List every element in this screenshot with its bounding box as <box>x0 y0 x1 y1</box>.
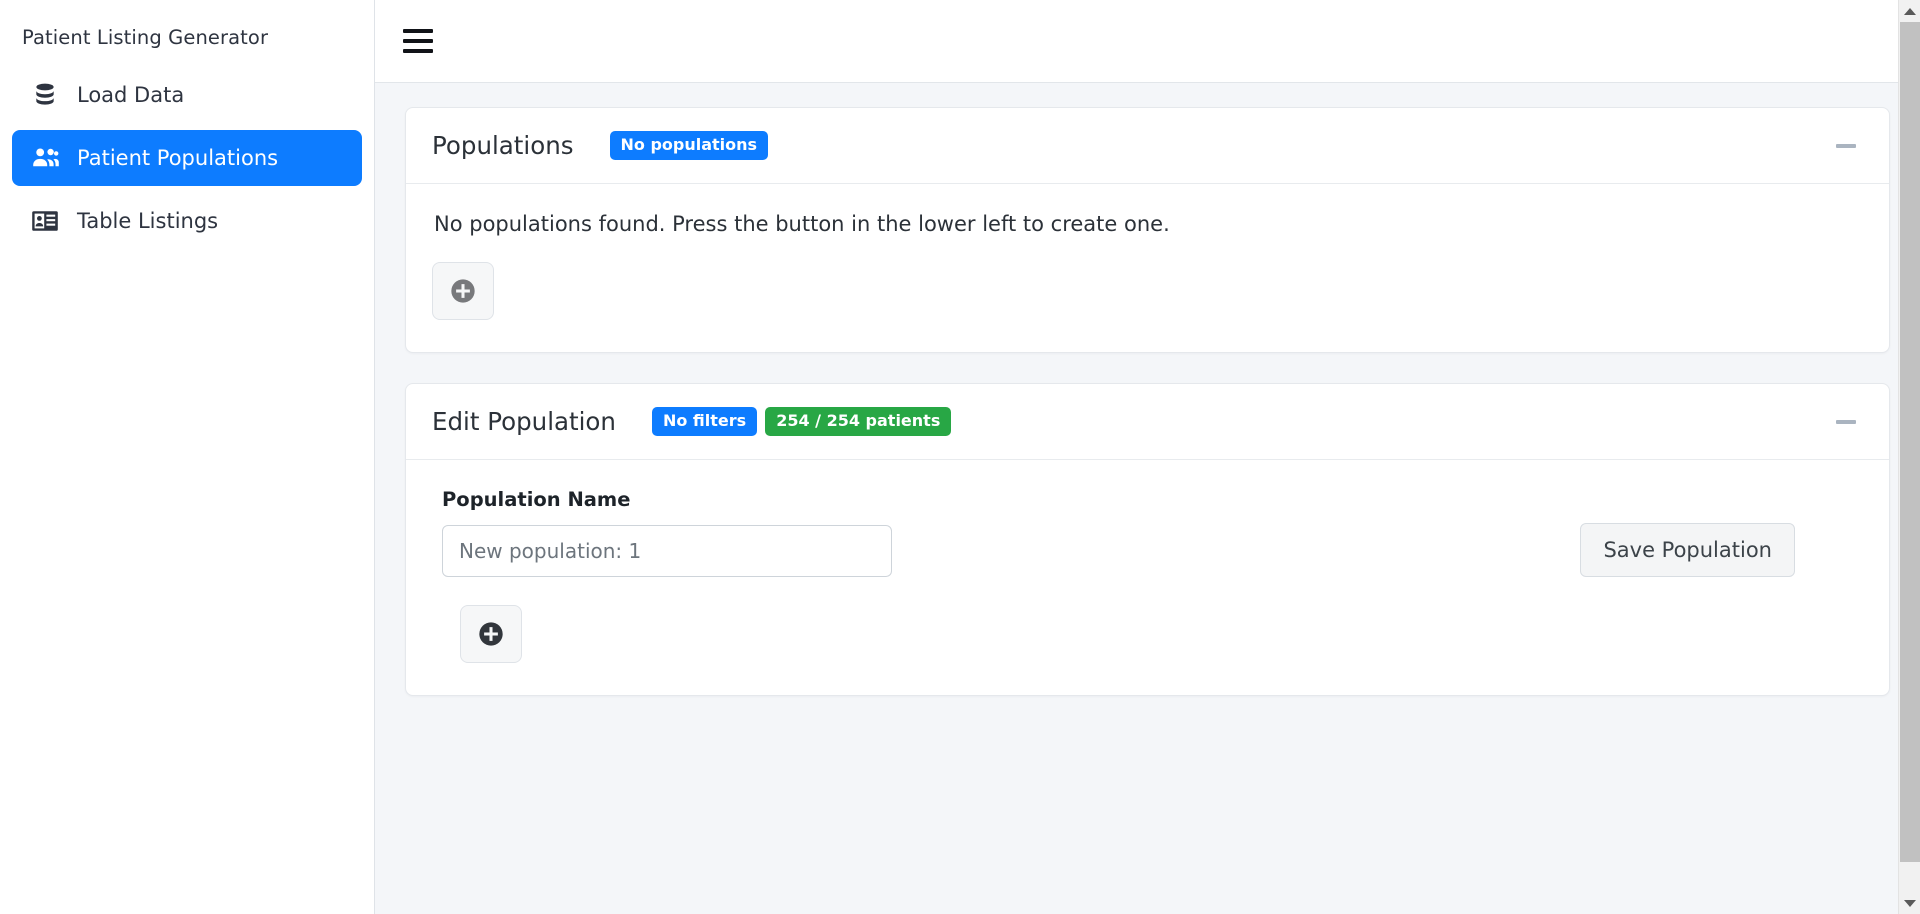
database-icon <box>30 82 60 108</box>
edit-population-card-title: Edit Population <box>432 407 616 436</box>
populations-card-body: No populations found. Press the button i… <box>406 184 1889 352</box>
population-name-field-group: Population Name <box>442 488 932 577</box>
hamburger-bar <box>403 39 433 43</box>
plus-circle-icon <box>451 279 475 303</box>
edit-population-card-body: Population Name Save Population <box>406 460 1889 695</box>
status-badge-no-filters: No filters <box>651 407 758 436</box>
main-area: Populations No populations No population… <box>375 0 1920 914</box>
sidebar: Patient Listing Generator Load Data Pati… <box>0 0 375 914</box>
minus-icon[interactable] <box>1829 405 1863 439</box>
edit-population-card-header: Edit Population No filters 254 / 254 pat… <box>406 384 1889 460</box>
populations-card-title: Populations <box>432 131 574 160</box>
caret-up-icon[interactable] <box>1898 0 1920 22</box>
caret-down-glyph <box>1903 899 1916 907</box>
minus-icon[interactable] <box>1829 129 1863 163</box>
scrollbar-track[interactable] <box>1898 22 1920 892</box>
status-badge-patient-count: 254 / 254 patients <box>765 407 952 436</box>
edit-population-badges: No filters 254 / 254 patients <box>651 407 952 436</box>
edit-population-card: Edit Population No filters 254 / 254 pat… <box>405 383 1890 696</box>
caret-up-glyph <box>1903 7 1916 15</box>
add-filter-row <box>460 605 1863 663</box>
sidebar-item-label: Patient Populations <box>77 146 279 170</box>
add-filter-button[interactable] <box>460 605 522 663</box>
app-brand-title: Patient Listing Generator <box>22 26 269 49</box>
page-scrollbar[interactable] <box>1898 0 1920 914</box>
caret-down-icon[interactable] <box>1898 892 1920 914</box>
populations-empty-message: No populations found. Press the button i… <box>434 212 1170 236</box>
minus-bar <box>1836 419 1856 424</box>
population-name-row: Population Name Save Population <box>432 488 1863 577</box>
hamburger-icon[interactable] <box>403 26 437 56</box>
plus-circle-icon <box>479 622 503 646</box>
sidebar-item-patient-populations[interactable]: Patient Populations <box>12 130 362 186</box>
sidebar-nav: Load Data Patient Populations Table List… <box>0 67 374 249</box>
sidebar-item-table-listings[interactable]: Table Listings <box>12 193 362 249</box>
population-name-label: Population Name <box>442 488 631 511</box>
populations-card: Populations No populations No population… <box>405 107 1890 353</box>
users-icon <box>30 145 60 171</box>
sidebar-item-load-data[interactable]: Load Data <box>12 67 362 123</box>
populations-card-header: Populations No populations <box>406 108 1889 184</box>
populations-badges: No populations <box>609 131 769 160</box>
save-population-button[interactable]: Save Population <box>1580 523 1795 577</box>
hamburger-bar <box>403 49 433 53</box>
app-root: Patient Listing Generator Load Data Pati… <box>0 0 1920 914</box>
minus-bar <box>1836 143 1856 148</box>
hamburger-bar <box>403 29 433 33</box>
population-name-input[interactable] <box>442 525 892 577</box>
scrollbar-thumb[interactable] <box>1899 22 1920 862</box>
add-population-button[interactable] <box>432 262 494 320</box>
status-badge-no-populations: No populations <box>609 131 769 160</box>
top-bar <box>375 0 1920 83</box>
sidebar-item-label: Table Listings <box>77 209 219 233</box>
sidebar-item-label: Load Data <box>77 83 185 107</box>
id-card-icon <box>30 208 60 234</box>
content-area: Populations No populations No population… <box>375 83 1920 914</box>
